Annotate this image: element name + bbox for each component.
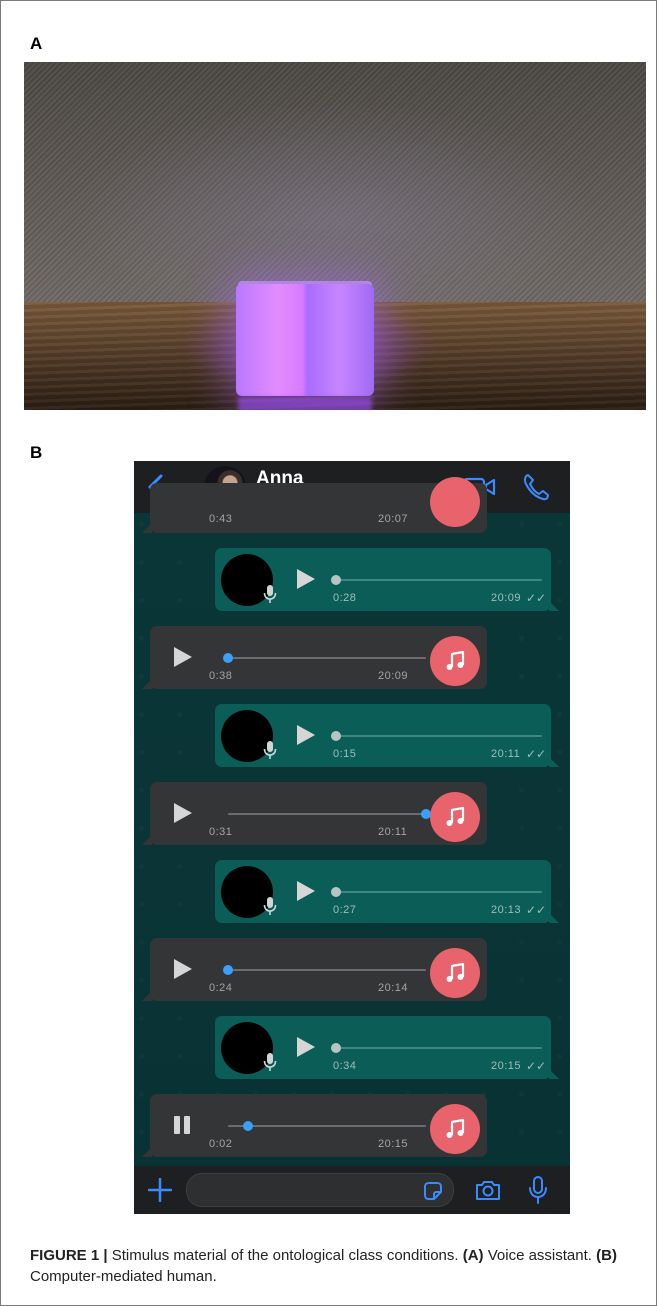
message-time: 20:07 — [378, 513, 409, 525]
play-icon[interactable] — [174, 647, 192, 667]
caption-figure-label: FIGURE 1 | — [30, 1247, 108, 1264]
voice-duration: 0:31 — [209, 826, 233, 838]
voice-duration: 0:38 — [209, 670, 233, 682]
voice-progress-track[interactable] — [228, 1125, 426, 1127]
music-badge — [430, 792, 480, 842]
voice-duration: 0:43 — [209, 513, 233, 525]
caption-b-marker: (B) — [596, 1247, 617, 1264]
message-time: 20:15 — [378, 1138, 409, 1150]
voice-progress-track[interactable] — [336, 735, 542, 737]
voice-duration: 0:34 — [333, 1060, 357, 1072]
voice-progress-knob[interactable] — [242, 1121, 253, 1131]
chat-input-bar — [134, 1166, 570, 1214]
panel-b-label: B — [30, 443, 43, 462]
music-badge — [430, 477, 480, 527]
messenger-screenshot: Anna online 0:43 20:07 0:2820:09✓✓0:3820… — [134, 461, 570, 1214]
pause-icon[interactable] — [174, 1116, 192, 1134]
message-time: 20:14 — [378, 982, 409, 994]
play-icon[interactable] — [297, 725, 315, 745]
play-icon[interactable] — [297, 1037, 315, 1057]
voice-progress-track[interactable] — [228, 657, 426, 659]
phone-call-icon[interactable] — [522, 472, 550, 502]
voice-progress-knob[interactable] — [331, 731, 341, 741]
caption-text-1: Stimulus material of the ontological cla… — [107, 1247, 463, 1264]
mic-badge-icon — [263, 584, 277, 604]
voice-progress-knob[interactable] — [331, 575, 341, 585]
read-receipt-icon: ✓✓ — [526, 903, 547, 917]
sticker-icon[interactable] — [422, 1180, 444, 1202]
voice-message-outgoing[interactable]: 0:27 20:13 ✓✓ — [215, 860, 559, 923]
music-badge — [430, 636, 480, 686]
mic-badge-icon — [263, 740, 277, 760]
voice-duration: 0:24 — [209, 982, 233, 994]
voice-assistant-photo — [24, 62, 646, 410]
message-time: 20:15 — [491, 1060, 522, 1072]
figure-caption: FIGURE 1 | Stimulus material of the onto… — [30, 1245, 630, 1287]
voice-progress-track[interactable] — [336, 579, 542, 581]
voice-duration: 0:15 — [333, 748, 357, 760]
play-icon[interactable] — [174, 959, 192, 979]
voice-message-incoming[interactable]: 0:38 20:09 — [142, 626, 487, 689]
play-icon[interactable] — [297, 881, 315, 901]
voice-progress-knob[interactable] — [331, 887, 341, 897]
wall-background — [24, 62, 646, 306]
message-time: 20:09 — [491, 592, 522, 604]
voice-message-outgoing[interactable]: 0:15 20:11 ✓✓ — [215, 704, 559, 767]
music-badge — [430, 948, 480, 998]
play-icon[interactable] — [174, 803, 192, 823]
play-icon[interactable] — [297, 569, 315, 589]
voice-message-partial[interactable]: 0:43 20:07 — [142, 477, 487, 533]
voice-message-incoming[interactable]: 0:31 20:11 — [142, 782, 487, 845]
voice-progress-track[interactable] — [228, 969, 426, 971]
voice-progress-track[interactable] — [336, 1047, 542, 1049]
read-receipt-icon: ✓✓ — [526, 747, 547, 761]
plus-icon[interactable] — [148, 1178, 172, 1202]
mic-badge-icon — [263, 896, 277, 916]
voice-message-outgoing[interactable]: 0:28 20:09 ✓✓ — [215, 548, 559, 611]
voice-progress-track[interactable] — [228, 813, 426, 815]
caption-text-2: Voice assistant. — [483, 1247, 597, 1264]
voice-message-outgoing[interactable]: 0:34 20:15 ✓✓ — [215, 1016, 559, 1079]
message-time: 20:13 — [491, 904, 522, 916]
cube-reflection — [238, 397, 372, 410]
voice-message-incoming[interactable]: 0:02 20:15 — [142, 1094, 487, 1157]
camera-icon[interactable] — [474, 1178, 502, 1202]
read-receipt-icon: ✓✓ — [526, 591, 547, 605]
voice-progress-knob[interactable] — [331, 1043, 341, 1053]
mic-badge-icon — [263, 1052, 277, 1072]
message-time: 20:09 — [378, 670, 409, 682]
music-badge — [430, 1104, 480, 1154]
message-input[interactable] — [186, 1173, 454, 1207]
caption-text-3: Computer-mediated human. — [30, 1268, 217, 1285]
message-time: 20:11 — [378, 826, 408, 838]
microphone-icon[interactable] — [527, 1175, 549, 1205]
read-receipt-icon: ✓✓ — [526, 1059, 547, 1073]
panel-a-label: A — [30, 34, 43, 53]
message-time: 20:11 — [491, 748, 521, 760]
voice-duration: 0:02 — [209, 1138, 233, 1150]
voice-progress-knob[interactable] — [223, 653, 233, 663]
caption-a-marker: (A) — [462, 1247, 484, 1264]
voice-progress-track[interactable] — [336, 891, 542, 893]
voice-duration: 0:27 — [333, 904, 357, 916]
glowing-cube — [236, 284, 374, 396]
voice-progress-knob[interactable] — [223, 965, 233, 975]
voice-duration: 0:28 — [333, 592, 357, 604]
voice-message-incoming[interactable]: 0:24 20:14 — [142, 938, 487, 1001]
